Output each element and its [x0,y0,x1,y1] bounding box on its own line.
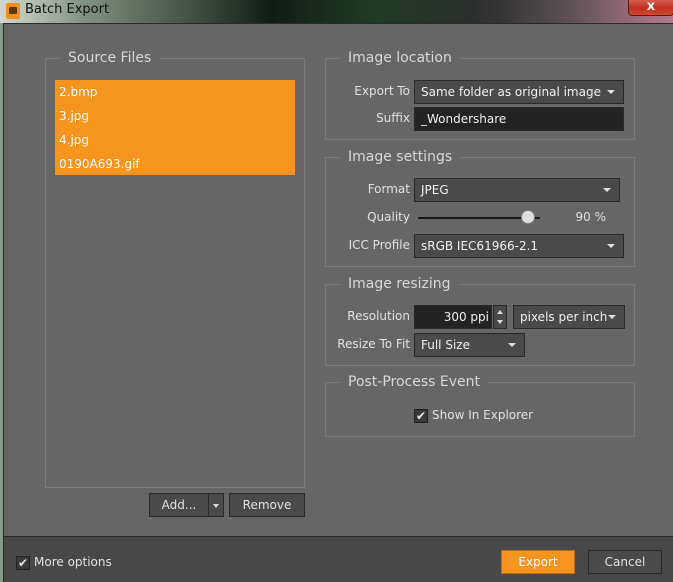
chevron-down-icon [608,315,616,319]
spin-down-icon[interactable] [497,320,503,324]
export-to-value: Same folder as original image [421,85,601,99]
suffix-input[interactable]: _Wondershare [414,107,624,131]
chevron-down-icon [607,244,615,248]
export-button[interactable]: Export [501,550,575,574]
app-icon [6,3,20,19]
format-value: JPEG [421,183,449,197]
cancel-button[interactable]: Cancel [588,550,662,574]
export-to-select[interactable]: Same folder as original image [414,80,624,104]
post-process-title: Post-Process Event [340,373,489,391]
image-settings-title: Image settings [340,148,461,166]
list-item[interactable]: 4.jpg [55,128,295,152]
add-button[interactable]: Add... [149,493,209,517]
chevron-down-icon [603,188,611,192]
chevron-down-icon [508,343,516,347]
cancel-label: Cancel [604,555,646,569]
batch-export-dialog: Source Files 2.bmp 3.jpg 4.jpg 0190A693.… [3,23,673,582]
list-item[interactable]: 3.jpg [55,104,295,128]
list-item[interactable]: 2.bmp [55,80,295,104]
remove-label: Remove [242,498,292,512]
add-label: Add... [161,498,197,512]
quality-label: Quality [367,210,410,224]
slider-thumb[interactable] [521,210,535,224]
add-dropdown-button[interactable] [208,493,224,517]
export-to-label: Export To [354,84,410,98]
resolution-spinner[interactable] [493,305,507,329]
export-label: Export [518,555,558,569]
chevron-down-icon [213,503,219,508]
suffix-label: Suffix [376,111,410,125]
resize-to-fit-label: Resize To Fit [337,337,410,351]
resolution-value: 300 ppi [443,310,489,324]
format-select[interactable]: JPEG [414,178,620,202]
list-item[interactable]: 0190A693.gif [55,152,295,176]
more-options-label: More options [34,555,112,569]
icc-profile-value: sRGB IEC61966-2.1 [421,239,539,253]
chevron-down-icon [607,90,615,94]
image-resizing-title: Image resizing [340,275,459,293]
suffix-value: _Wondershare [421,112,507,126]
close-icon: x [646,0,656,14]
file-list[interactable]: 2.bmp 3.jpg 4.jpg 0190A693.gif [55,80,295,175]
icc-profile-label: ICC Profile [348,238,410,252]
spin-up-icon[interactable] [497,310,503,314]
window-title: Batch Export [25,2,110,17]
title-bar: Batch Export x [0,0,673,23]
resize-to-fit-value: Full Size [421,338,470,352]
checkmark-icon[interactable]: ✔ [414,409,428,423]
resolution-label: Resolution [347,309,410,323]
resolution-input[interactable]: 300 ppi [414,305,492,329]
show-in-explorer-label: Show In Explorer [432,408,534,422]
source-files-title: Source Files [60,49,160,67]
quality-slider[interactable] [418,210,542,226]
resolution-unit-select[interactable]: pixels per inch [513,305,625,329]
checkmark-icon[interactable]: ✔ [16,556,30,570]
quality-value: 90 % [575,210,607,224]
image-location-title: Image location [340,49,460,67]
dialog-footer: ✔ More options Export Cancel [4,536,673,582]
icc-profile-select[interactable]: sRGB IEC61966-2.1 [414,234,624,258]
close-button[interactable]: x [628,0,673,16]
resolution-unit-value: pixels per inch [520,310,608,324]
source-files-group: Source Files 2.bmp 3.jpg 4.jpg 0190A693.… [45,49,305,488]
remove-button[interactable]: Remove [229,493,305,517]
resize-to-fit-select[interactable]: Full Size [414,333,525,357]
format-label: Format [367,182,410,196]
